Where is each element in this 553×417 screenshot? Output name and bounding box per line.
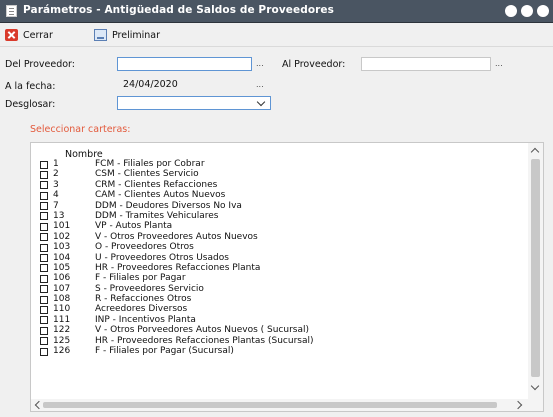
cartera-code: 105 — [53, 262, 71, 273]
checkbox[interactable] — [40, 264, 48, 273]
minimize-button[interactable] — [505, 5, 517, 17]
cartera-name: FCM - Filiales por Cobrar — [95, 159, 205, 169]
carteras-listbox[interactable]: Nombre 1 FCM - Filiales por Cobrar 2 CSM - … — [30, 142, 544, 412]
checkbox[interactable] — [40, 274, 48, 283]
cartera-name: HR - Proveedores Refacciones Planta — [95, 262, 261, 273]
close-icon — [5, 29, 18, 41]
al-proveedor-input[interactable] — [361, 57, 491, 71]
checkbox[interactable] — [40, 347, 48, 356]
horizontal-scrollbar[interactable] — [31, 399, 543, 411]
carteras-rows: 1 FCM - Filiales por Cobrar 2 CSM - Cliente… — [31, 159, 526, 357]
fecha-picker-button[interactable]: ... — [256, 80, 264, 89]
cartera-name: Acreedores Diversos — [95, 304, 188, 315]
scroll-left-icon[interactable] — [34, 400, 44, 410]
checkbox[interactable] — [40, 181, 48, 190]
checkbox[interactable] — [40, 191, 48, 200]
cartera-code: 122 — [53, 325, 71, 336]
cartera-code: 125 — [53, 335, 71, 346]
del-proveedor-lookup-button[interactable]: ... — [256, 59, 264, 68]
checkbox[interactable] — [40, 160, 48, 169]
maximize-button[interactable] — [521, 5, 533, 17]
checkbox[interactable] — [40, 202, 48, 211]
cartera-name: V - Otros Porveedores Autos Nuevos ( Suc… — [95, 325, 309, 336]
preview-button[interactable]: Preliminar — [94, 27, 160, 43]
checkbox[interactable] — [40, 316, 48, 325]
cartera-name: CSM - Clientes Servicio — [95, 169, 199, 180]
document-icon — [6, 5, 17, 17]
cartera-code: 108 — [53, 294, 71, 305]
cartera-name: HR - Proveedores Refacciones Plantas (Su… — [95, 335, 314, 346]
cartera-code: 101 — [53, 221, 71, 232]
cartera-code: 1 — [53, 159, 59, 169]
cartera-name: R - Refacciones Otros — [95, 294, 192, 305]
toolbar: Cerrar Preliminar — [0, 23, 553, 47]
cartera-code: 7 — [53, 200, 59, 211]
cartera-name: CRM - Clientes Refacciones — [95, 179, 218, 190]
cartera-code: 102 — [53, 231, 71, 242]
title-bar: Parámetros - Antigüedad de Saldos de Pro… — [0, 0, 553, 23]
carteras-group: Seleccionar carteras: Nombre 1 FCM - Fili… — [0, 122, 553, 417]
cartera-name: F - Filiales por Pagar (Sucursal) — [95, 346, 234, 357]
al-proveedor-label: Al Proveedor: — [282, 59, 346, 70]
checkbox[interactable] — [40, 233, 48, 242]
checkbox[interactable] — [40, 170, 48, 179]
cartera-name: CAM - Clientes Autos Nuevos — [95, 190, 226, 201]
cartera-name: O - Proveedores Otros — [95, 242, 194, 253]
cartera-code: 126 — [53, 346, 71, 357]
cartera-name: V - Otros Proveedores Autos Nuevos — [95, 231, 258, 242]
cartera-name: F - Filiales por Pagar — [95, 273, 186, 284]
checkbox[interactable] — [40, 254, 48, 263]
checkbox[interactable] — [40, 222, 48, 231]
preview-icon — [94, 29, 107, 41]
list-item[interactable]: 126 F - Filiales por Pagar (Sucursal) — [31, 346, 526, 357]
checkbox[interactable] — [40, 326, 48, 335]
cartera-code: 106 — [53, 273, 71, 284]
carteras-legend: Seleccionar carteras: — [26, 124, 135, 135]
horizontal-scroll-thumb[interactable] — [43, 402, 497, 408]
desglosar-label: Desglosar: — [5, 99, 56, 110]
cartera-name: U - Proveedores Otros Usados — [95, 252, 229, 263]
checkbox[interactable] — [40, 295, 48, 304]
scroll-down-icon[interactable] — [530, 381, 540, 391]
scroll-right-icon[interactable] — [513, 400, 523, 410]
checkbox[interactable] — [40, 337, 48, 346]
cartera-name: S - Proveedores Servicio — [95, 283, 204, 294]
chevron-down-icon — [256, 97, 266, 107]
del-proveedor-label: Del Proveedor: — [5, 59, 75, 70]
del-proveedor-input[interactable] — [117, 57, 252, 71]
preview-button-label: Preliminar — [112, 29, 161, 41]
close-button-label: Cerrar — [23, 29, 53, 41]
cartera-name: VP - Autos Planta — [95, 221, 173, 232]
fecha-input[interactable]: 24/04/2020 — [117, 78, 252, 92]
cartera-code: 2 — [53, 169, 59, 180]
cartera-code: 13 — [53, 210, 65, 221]
cartera-code: 111 — [53, 314, 71, 325]
close-window-button[interactable] — [537, 5, 549, 17]
cartera-code: 104 — [53, 252, 71, 263]
scroll-up-icon[interactable] — [530, 147, 540, 157]
cartera-name: DDM - Tramites Vehiculares — [95, 210, 219, 221]
cartera-code: 3 — [53, 179, 59, 190]
cartera-code: 4 — [53, 190, 59, 201]
window-title: Parámetros - Antigüedad de Saldos de Pro… — [23, 4, 334, 16]
cartera-code: 103 — [53, 242, 71, 253]
cartera-name: DDM - Deudores Diversos No Iva — [95, 200, 242, 211]
vertical-scrollbar[interactable] — [528, 143, 543, 399]
cartera-code: 107 — [53, 283, 71, 294]
checkbox[interactable] — [40, 285, 48, 294]
fecha-label: A la fecha: — [5, 81, 56, 92]
desglosar-select[interactable] — [117, 96, 271, 110]
cartera-code: 110 — [53, 304, 71, 315]
parameters-form: Del Proveedor: ... Al Proveedor: ... A l… — [5, 49, 546, 117]
checkbox[interactable] — [40, 212, 48, 221]
cartera-name: INP - Incentivos Planta — [95, 314, 196, 325]
checkbox[interactable] — [40, 305, 48, 314]
al-proveedor-lookup-button[interactable]: ... — [495, 59, 503, 68]
close-button[interactable]: Cerrar — [5, 27, 53, 43]
checkbox[interactable] — [40, 243, 48, 252]
vertical-scroll-thumb[interactable] — [531, 159, 540, 377]
